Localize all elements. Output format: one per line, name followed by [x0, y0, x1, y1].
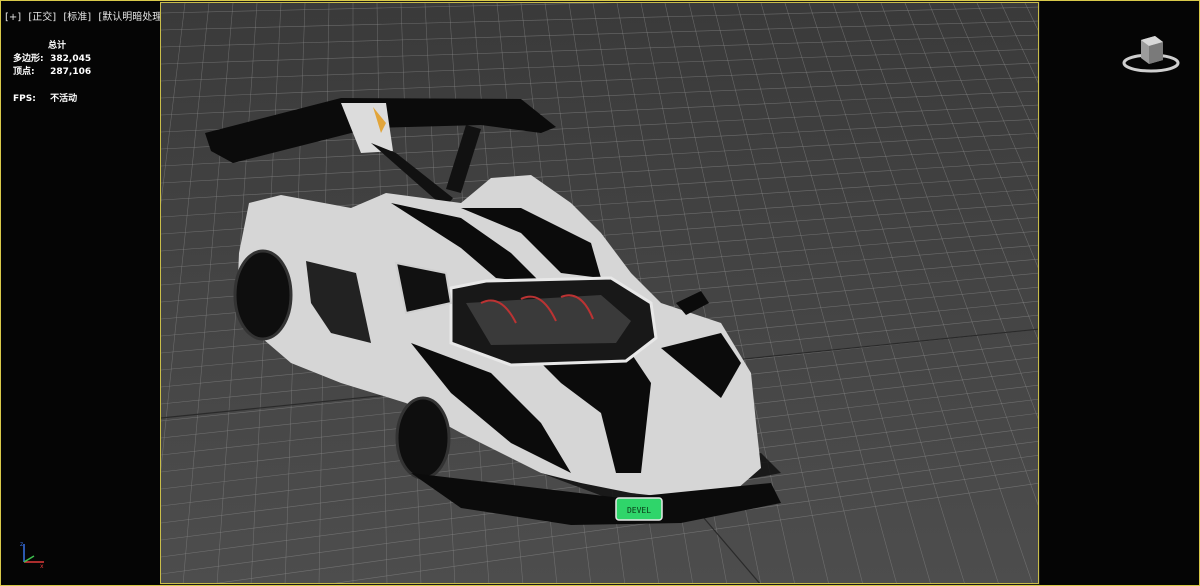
svg-text:z: z [20, 541, 23, 548]
axis-gizmo-icon: x z [20, 541, 44, 570]
sports-car-model[interactable]: DEVEL [205, 98, 781, 525]
grid-line-v [161, 3, 210, 472]
car-wheel-front-left [395, 396, 451, 480]
car-wheel-rear-left [233, 249, 293, 341]
car-license-plate-text: DEVEL [627, 506, 651, 515]
right-dark-panel [1040, 1, 1199, 585]
grid-line-v [760, 3, 931, 583]
stats-polygons-label: 多边形: [13, 54, 44, 64]
car-canopy-interior [466, 295, 631, 345]
viewport-standard-menu[interactable]: [标准] [63, 12, 91, 23]
grid-line-v [976, 3, 1038, 141]
grid-line-h [161, 62, 1038, 99]
stats-total-title: 总计 [48, 41, 67, 51]
stats-polygons-value: 382,045 [50, 54, 92, 64]
grid-line-v [856, 3, 1038, 506]
grid-line-v [952, 3, 1038, 202]
scene-canvas[interactable]: DEVEL [161, 3, 1039, 584]
stats-fps-value: 不活动 [50, 94, 78, 104]
grid-line-v [832, 3, 1033, 583]
car-wing-strut-right [446, 125, 481, 193]
grid-line-v [161, 3, 186, 206]
perspective-viewport[interactable]: DEVEL [160, 2, 1039, 584]
viewport-projection-menu[interactable]: [正交] [28, 12, 56, 23]
grid-line-v [182, 3, 234, 583]
grid-line-h [161, 146, 1038, 201]
grid-line-v [928, 3, 1038, 269]
grid-line-h [161, 34, 1038, 65]
stats-vertices: 顶点: 287,106 [13, 64, 91, 77]
stats-vertices-label: 顶点: [13, 67, 35, 77]
stats-polygons: 多边形: 382,045 [13, 51, 91, 64]
grid-line-h [161, 6, 1038, 31]
stats-vertices-value: 287,106 [50, 67, 92, 77]
grid-line-v [880, 3, 1038, 420]
viewport-shading-menu[interactable]: [默认明暗处理] [98, 12, 166, 23]
viewport-label-menu[interactable]: [+] [正交] [标准] [默认明暗处理] [5, 8, 170, 23]
stats-fps: FPS: 不活动 [13, 91, 77, 104]
viewcube-icon[interactable] [1121, 30, 1181, 76]
viewport-plus-menu[interactable]: [+] [5, 12, 21, 23]
grid-line-h [161, 48, 1038, 82]
stats-fps-label: FPS: [13, 94, 36, 104]
grid-line-h [161, 3, 614, 14]
grid-line-v [1024, 3, 1038, 31]
left-dark-panel [1, 1, 160, 585]
grid-line-h [161, 76, 1038, 116]
svg-text:x: x [40, 563, 44, 570]
